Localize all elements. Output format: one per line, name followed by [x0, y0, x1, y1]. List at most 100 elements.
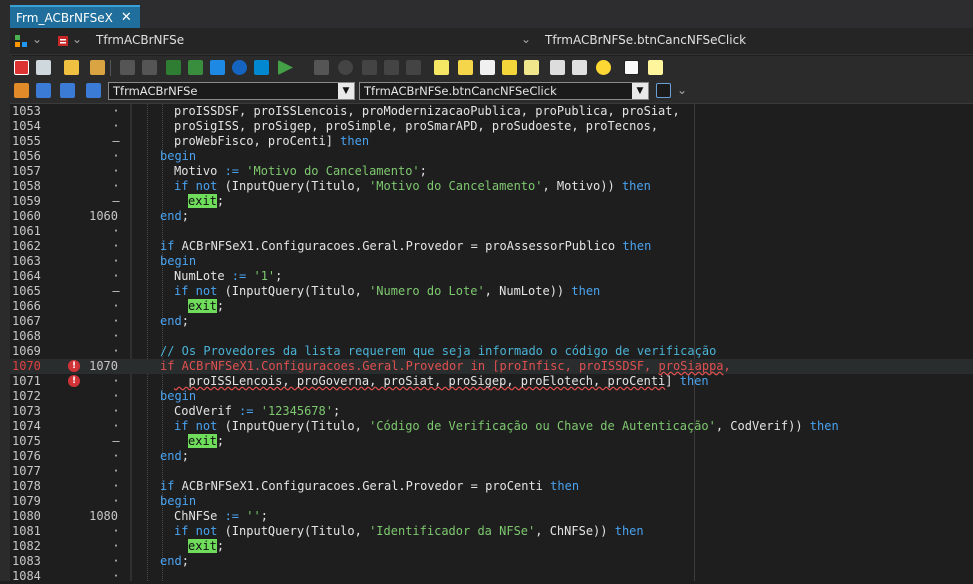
- code-line[interactable]: 1082 · exit;: [10, 539, 973, 554]
- code-line[interactable]: 1077 ·: [10, 464, 973, 479]
- add-file-icon[interactable]: [166, 60, 181, 75]
- bookmark-icon[interactable]: [434, 60, 449, 75]
- sort-type-icon[interactable]: [60, 83, 75, 98]
- code-line[interactable]: 1064 · NumLote := '1';: [10, 269, 973, 284]
- help-book-icon[interactable]: [572, 60, 587, 75]
- close-icon[interactable]: ✕: [121, 10, 132, 25]
- code-line[interactable]: 1053 · proISSDSF, proISSLencois, proModern…: [10, 104, 973, 119]
- trace-into-icon[interactable]: [362, 60, 377, 75]
- line-number: 1055: [12, 134, 41, 148]
- cut-icon[interactable]: [524, 60, 539, 75]
- clipboard-icon[interactable]: [480, 60, 495, 75]
- code-line[interactable]: 1060 1060 end;: [10, 209, 973, 224]
- code-line[interactable]: 1066 · exit;: [10, 299, 973, 314]
- code-line[interactable]: 1062 · if ACBrNFSeX1.Configuracoes.Geral.P…: [10, 239, 973, 254]
- options-icon[interactable]: [210, 60, 225, 75]
- code-line[interactable]: 1071! · proISSLencois, proGoverna, proSia…: [10, 374, 973, 389]
- code-line[interactable]: 1058 · if not (InputQuery(Titulo, 'Motivo …: [10, 179, 973, 194]
- sun-icon[interactable]: [596, 60, 611, 75]
- code-text: exit;: [188, 434, 224, 449]
- code-token: ;: [181, 209, 189, 223]
- code-text: exit;: [188, 299, 224, 314]
- line-number: 1083: [12, 554, 41, 568]
- code-line[interactable]: 1081 · if not (InputQuery(Titulo, 'Identif…: [10, 524, 973, 539]
- dropdown-arrow-icon[interactable]: ▼: [632, 83, 648, 99]
- code-editor[interactable]: 1053 · proISSDSF, proISSLencois, proModern…: [10, 104, 973, 584]
- form-icon[interactable]: [36, 60, 51, 75]
- class-combo[interactable]: TfrmACBrNFSe ▼: [108, 82, 355, 100]
- compile-icon[interactable]: [254, 60, 269, 75]
- line-number: 1053: [12, 104, 41, 118]
- code-line[interactable]: 1074 · if not (InputQuery(Titulo, 'Código …: [10, 419, 973, 434]
- code-line[interactable]: 1065 – if not (InputQuery(Titulo, 'Numero …: [10, 284, 973, 299]
- open-folder-icon[interactable]: [90, 60, 105, 75]
- code-text: NumLote := '1';: [174, 269, 282, 284]
- numbered-list-icon[interactable]: [550, 60, 565, 75]
- code-token: then: [550, 479, 580, 493]
- save-all-icon[interactable]: [142, 60, 157, 75]
- sort-az-icon[interactable]: [36, 83, 51, 98]
- code-line[interactable]: 1078 · if ACBrNFSeX1.Configuracoes.Geral.P…: [10, 479, 973, 494]
- chevron-down-icon[interactable]: ⌄: [72, 32, 82, 46]
- hierarchy-icon[interactable]: [14, 83, 29, 98]
- code-text: begin: [160, 494, 196, 509]
- new-icon[interactable]: [64, 60, 79, 75]
- settings-gear-icon[interactable]: [232, 60, 247, 75]
- info-icon[interactable]: [648, 60, 663, 75]
- stop-icon[interactable]: [14, 60, 29, 75]
- line-marker-number: 1080: [89, 509, 118, 523]
- error-circle-icon[interactable]: !: [68, 375, 80, 387]
- error-circle-icon[interactable]: !: [68, 360, 80, 372]
- unit-icon[interactable]: [56, 34, 70, 48]
- gutter-marker: ·: [112, 239, 120, 253]
- code-token: , CodVerif)): [715, 419, 810, 433]
- code-line[interactable]: 1072 · begin: [10, 389, 973, 404]
- step-over-icon[interactable]: [384, 60, 399, 75]
- structure-icon[interactable]: [14, 34, 28, 48]
- method-combo[interactable]: TfrmACBrNFSe.btnCancNFSeClick ▼: [359, 82, 649, 100]
- code-line[interactable]: 1079 · begin: [10, 494, 973, 509]
- code-token: ,: [723, 359, 731, 373]
- code-line[interactable]: 1080 1080 ChNFSe := '';: [10, 509, 973, 524]
- filter-icon[interactable]: [86, 83, 101, 98]
- code-token: proISSLencois, proGoverna, proSiat, proS…: [174, 374, 666, 388]
- nav-class-name[interactable]: TfrmACBrNFSe: [96, 33, 184, 47]
- gutter-marker: ·: [112, 254, 120, 268]
- run-to-cursor-icon[interactable]: [406, 60, 421, 75]
- edit-icon[interactable]: [458, 60, 473, 75]
- dollar-icon[interactable]: [502, 60, 517, 75]
- code-line[interactable]: 1059 – exit;: [10, 194, 973, 209]
- run-icon[interactable]: [278, 60, 293, 75]
- dropdown-arrow-icon[interactable]: ▼: [338, 83, 354, 99]
- code-line[interactable]: 1067 · end;: [10, 314, 973, 329]
- step-icon[interactable]: [338, 60, 353, 75]
- code-line[interactable]: 1070! 1070 if ACBrNFSeX1.Configuracoes.Ger…: [10, 359, 973, 374]
- code-line[interactable]: 1075 – exit;: [10, 434, 973, 449]
- code-line[interactable]: 1076 · end;: [10, 449, 973, 464]
- pause-icon[interactable]: [314, 60, 329, 75]
- code-line[interactable]: 1057 · Motivo := 'Motivo do Cancelamento';: [10, 164, 973, 179]
- code-token: 'Motivo do Cancelamento': [246, 164, 420, 178]
- remove-file-icon[interactable]: [188, 60, 203, 75]
- save-icon[interactable]: [120, 60, 135, 75]
- code-line[interactable]: 1084 ·: [10, 569, 973, 584]
- code-line[interactable]: 1069 · // Os Provedores da lista requerem …: [10, 344, 973, 359]
- code-token: begin: [160, 254, 197, 268]
- tab-frm-acbrnfsex[interactable]: Frm_ACBrNFSeX ✕: [10, 5, 140, 28]
- chevron-down-icon[interactable]: ⌄: [32, 32, 42, 46]
- code-line[interactable]: 1068 ·: [10, 329, 973, 344]
- help-question-icon[interactable]: [624, 60, 639, 75]
- code-line[interactable]: 1073 · CodVerif := '12345678';: [10, 404, 973, 419]
- code-line[interactable]: 1055 – proWebFisco, proCenti] then: [10, 134, 973, 149]
- chevron-down-icon[interactable]: ⌄: [677, 83, 687, 97]
- code-line[interactable]: 1063 · begin: [10, 254, 973, 269]
- code-line[interactable]: 1056 · begin: [10, 149, 973, 164]
- code-line[interactable]: 1083 · end;: [10, 554, 973, 569]
- nav-method-name[interactable]: TfrmACBrNFSe.btnCancNFSeClick: [545, 33, 746, 47]
- code-line[interactable]: 1061 ·: [10, 224, 973, 239]
- list-view-icon[interactable]: [656, 83, 671, 98]
- code-token: CodVerif: [174, 404, 240, 418]
- chevron-down-icon[interactable]: ⌄: [521, 32, 531, 46]
- line-number: 1073: [12, 404, 41, 418]
- code-line[interactable]: 1054 · proSigISS, proSigep, proSimple, pro…: [10, 119, 973, 134]
